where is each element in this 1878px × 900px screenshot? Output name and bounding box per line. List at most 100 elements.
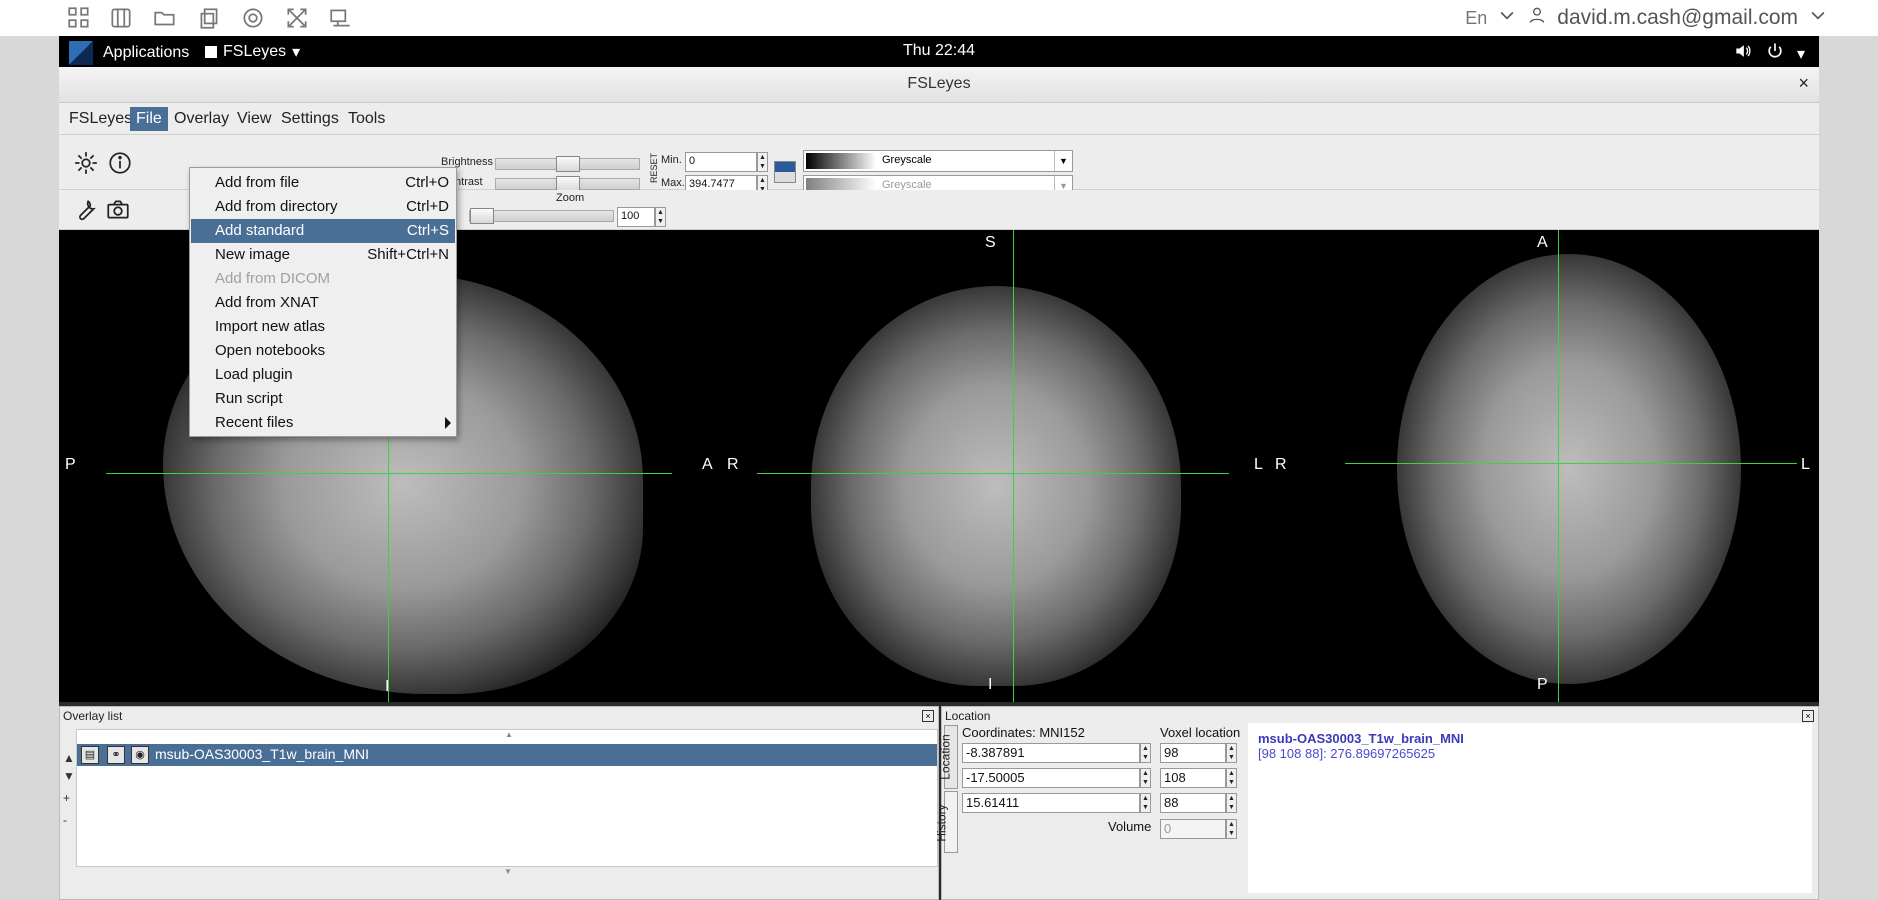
add-overlay-button[interactable]: + [63, 791, 70, 805]
scroll-down-icon[interactable]: ▼ [504, 867, 512, 876]
grid-icon[interactable] [66, 5, 92, 31]
sagittal-bottom-label: I [385, 678, 390, 695]
reset-button[interactable]: RESET [649, 153, 659, 183]
voxel-x-spin[interactable]: ▲ ▼ [1226, 743, 1237, 763]
menu-settings[interactable]: Settings [275, 107, 345, 131]
menu-recent-files[interactable]: Recent files [191, 411, 455, 435]
colormap-invert-icon[interactable] [774, 161, 796, 183]
caret-down-icon[interactable]: ▼ [1054, 151, 1072, 171]
sagittal-right-label: A [702, 456, 713, 473]
caret-down-icon[interactable]: ▾ [1797, 44, 1805, 64]
menu-label: Add from XNAT [215, 294, 319, 311]
copy-icon[interactable] [196, 5, 222, 31]
menu-label: Recent files [215, 414, 294, 431]
menu-shortcut: Shift+Ctrl+N [367, 246, 449, 263]
remove-overlay-button[interactable]: - [63, 813, 67, 827]
greyscale-swatch [806, 153, 876, 169]
menu-label: Add from file [215, 174, 300, 191]
zoom-slider[interactable] [469, 208, 614, 224]
language-indicator[interactable]: En [1465, 8, 1487, 29]
volume-icon[interactable] [1733, 41, 1753, 66]
sagittal-crosshair-h [106, 473, 672, 474]
close-panel-icon[interactable]: × [922, 710, 934, 722]
tab-history-label: History [934, 804, 949, 842]
overlay-list[interactable]: ▲ ▤ ⚭ ◉ msub-OAS30003_T1w_brain_MNI [76, 729, 938, 867]
menu-add-from-file[interactable]: Add from file Ctrl+O [191, 171, 455, 195]
colormap-select[interactable]: Greyscale ▼ [803, 150, 1073, 172]
folder-open-icon[interactable] [152, 5, 178, 31]
columns-icon[interactable] [108, 5, 134, 31]
voxel-x-input[interactable]: 98 [1160, 743, 1226, 763]
menu-tools[interactable]: Tools [342, 107, 391, 131]
overlay-row[interactable]: ▤ ⚭ ◉ msub-OAS30003_T1w_brain_MNI [77, 744, 937, 766]
coordinates-label: Coordinates: MNI152 [962, 725, 1085, 740]
clock[interactable]: Thu 22:44 [59, 42, 1819, 60]
menu-new-image[interactable]: New image Shift+Ctrl+N [191, 243, 455, 267]
gear-icon[interactable] [71, 148, 101, 178]
axial-top-label: A [1537, 234, 1548, 251]
menu-view[interactable]: View [231, 107, 277, 131]
location-panel: Location × Location History Coordinates:… [935, 706, 1819, 900]
coordinate-x-spin[interactable]: ▲ ▼ [1140, 743, 1151, 763]
voxel-z-input[interactable]: 88 [1160, 793, 1226, 813]
link-icon[interactable]: ⚭ [107, 746, 125, 764]
move-down-button[interactable]: ▼ [63, 769, 75, 783]
eye-icon[interactable]: ◉ [131, 746, 149, 764]
voxel-z-spin[interactable]: ▲ ▼ [1226, 793, 1237, 813]
zoom-slider-handle[interactable] [470, 208, 494, 224]
chevron-down-icon[interactable] [1808, 5, 1828, 31]
coordinate-x-input[interactable]: -8.387891 [962, 743, 1140, 763]
menu-label: Add from DICOM [215, 270, 331, 287]
coordinate-z-input[interactable]: 15.61411 [962, 793, 1140, 813]
close-window-button[interactable]: × [1798, 73, 1809, 94]
menu-run-script[interactable]: Run script [191, 387, 455, 411]
menu-label: Open notebooks [215, 342, 326, 359]
settings-icon[interactable] [240, 5, 266, 31]
coordinate-y-input[interactable]: -17.50005 [962, 768, 1140, 788]
gnome-panel: Applications FSLeyes ▾ Thu 22:44 ▾ [59, 36, 1819, 67]
voxel-y-input[interactable]: 108 [1160, 768, 1226, 788]
menu-import-new-atlas[interactable]: Import new atlas [191, 315, 455, 339]
save-icon[interactable]: ▤ [81, 746, 99, 764]
coronal-brain-image [811, 286, 1181, 686]
menu-fsleyes[interactable]: FSLeyes [63, 107, 138, 131]
axial-crosshair-h [1345, 463, 1797, 464]
coordinate-y-spin[interactable]: ▲ ▼ [1140, 768, 1151, 788]
power-icon[interactable] [1765, 41, 1785, 66]
tab-location-label: Location [938, 734, 953, 780]
scroll-up-icon[interactable]: ▲ [505, 730, 513, 739]
axial-bottom-label: P [1537, 676, 1548, 693]
close-panel-icon[interactable]: × [1802, 710, 1814, 722]
move-up-button[interactable]: ▲ [63, 751, 75, 765]
chevron-down-icon[interactable] [1497, 5, 1517, 31]
menu-add-standard[interactable]: Add standard Ctrl+S [191, 219, 455, 243]
user-email[interactable]: david.m.cash@gmail.com [1557, 6, 1798, 30]
info-icon[interactable] [105, 148, 135, 178]
contrast-slider[interactable] [495, 176, 640, 192]
menu-load-plugin[interactable]: Load plugin [191, 363, 455, 387]
menu-add-from-xnat[interactable]: Add from XNAT [191, 291, 455, 315]
wrench-icon[interactable] [71, 195, 101, 225]
tab-location[interactable]: Location [939, 725, 958, 789]
brightness-slider[interactable] [495, 156, 640, 172]
menu-open-notebooks[interactable]: Open notebooks [191, 339, 455, 363]
camera-icon[interactable] [103, 195, 133, 225]
menu-overlay[interactable]: Overlay [168, 107, 235, 131]
tab-history[interactable]: History [935, 791, 958, 853]
location-info: msub-OAS30003_T1w_brain_MNI [98 108 88]:… [1248, 723, 1812, 893]
min-spin-arrows[interactable]: ▲ ▼ [757, 152, 768, 172]
zoom-input[interactable]: 100 [617, 207, 655, 227]
menu-add-from-directory[interactable]: Add from directory Ctrl+D [191, 195, 455, 219]
max-label: Max. [661, 177, 685, 189]
menu-shortcut: Ctrl+O [405, 174, 449, 191]
menu-file[interactable]: File [130, 107, 168, 131]
voxel-y-spin[interactable]: ▲ ▼ [1226, 768, 1237, 788]
brightness-slider-handle[interactable] [556, 156, 580, 172]
display-icon[interactable] [328, 5, 354, 31]
submenu-arrow-icon [445, 417, 451, 429]
zoom-spin-arrows[interactable]: ▲ ▼ [655, 207, 666, 227]
colormap-value: Greyscale [882, 154, 932, 166]
coordinate-z-spin[interactable]: ▲ ▼ [1140, 793, 1151, 813]
fullscreen-icon[interactable] [284, 5, 310, 31]
min-input[interactable]: 0 [685, 152, 757, 172]
